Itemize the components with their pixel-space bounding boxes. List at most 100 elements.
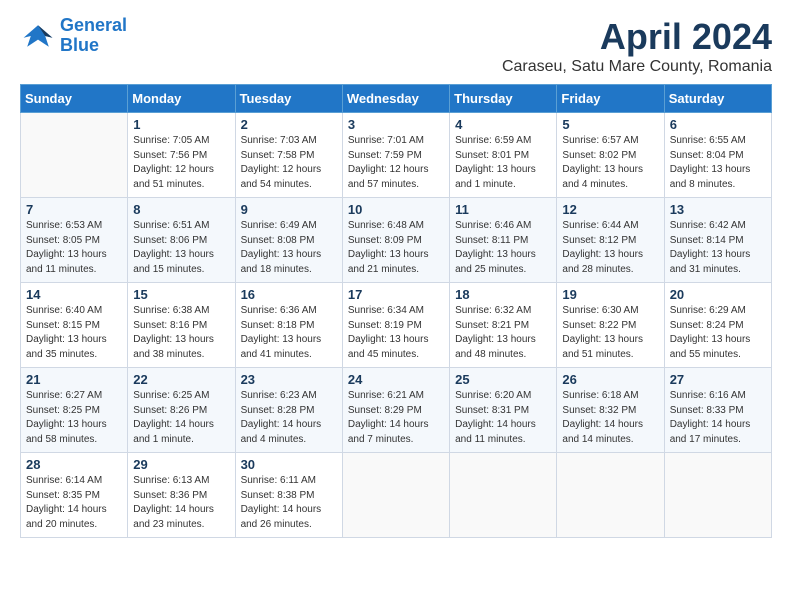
sunset-text: Sunset: 8:04 PM	[670, 149, 766, 164]
calendar-cell	[342, 453, 449, 538]
weekday-header-thursday: Thursday	[450, 85, 557, 113]
daylight-text: Daylight: 12 hours and 51 minutes.	[133, 163, 229, 192]
day-number: 4	[455, 117, 551, 132]
day-number: 12	[562, 202, 658, 217]
day-info: Sunrise: 6:16 AMSunset: 8:33 PMDaylight:…	[670, 389, 766, 447]
day-number: 16	[241, 287, 337, 302]
day-number: 17	[348, 287, 444, 302]
weekday-header-monday: Monday	[128, 85, 235, 113]
daylight-text: Daylight: 14 hours and 1 minute.	[133, 418, 229, 447]
sunset-text: Sunset: 8:28 PM	[241, 404, 337, 419]
header: General Blue April 2024 Caraseu, Satu Ma…	[20, 16, 772, 76]
day-info: Sunrise: 7:01 AMSunset: 7:59 PMDaylight:…	[348, 134, 444, 192]
calendar-cell: 13Sunrise: 6:42 AMSunset: 8:14 PMDayligh…	[664, 198, 771, 283]
weekday-header-saturday: Saturday	[664, 85, 771, 113]
weekday-header-row: SundayMondayTuesdayWednesdayThursdayFrid…	[21, 85, 772, 113]
calendar-cell: 16 Sunrise: 6:36 AMSunset: 8:18 PMDayligh…	[235, 283, 342, 368]
day-info: Sunrise: 6:25 AMSunset: 8:26 PMDaylight:…	[133, 389, 229, 447]
daylight-text: Daylight: 13 hours and 4 minutes.	[562, 163, 658, 192]
week-row-4: 21Sunrise: 6:27 AMSunset: 8:25 PMDayligh…	[21, 368, 772, 453]
day-info: Sunrise: 6:59 AMSunset: 8:01 PMDaylight:…	[455, 134, 551, 192]
sunrise-text: Sunrise: 6:42 AM	[670, 219, 766, 234]
sunrise-text: Sunrise: 6:20 AM	[455, 389, 551, 404]
day-number: 7	[26, 202, 122, 217]
sunset-text: Sunset: 8:18 PM	[241, 319, 337, 334]
calendar-cell: 5Sunrise: 6:57 AMSunset: 8:02 PMDaylight…	[557, 113, 664, 198]
daylight-text: Daylight: 14 hours and 20 minutes.	[26, 503, 122, 532]
day-number: 24	[348, 372, 444, 387]
calendar-cell: 12 Sunrise: 6:44 AMSunset: 8:12 PMDayligh…	[557, 198, 664, 283]
sunrise-text: Sunrise: 6:59 AM	[455, 134, 551, 149]
day-info: Sunrise: 6:30 AMSunset: 8:22 PMDaylight:…	[562, 304, 658, 362]
calendar-cell: 25Sunrise: 6:20 AMSunset: 8:31 PMDayligh…	[450, 368, 557, 453]
day-number: 1	[133, 117, 229, 132]
sunset-text: Sunset: 8:33 PM	[670, 404, 766, 419]
day-number: 6	[670, 117, 766, 132]
day-number: 27	[670, 372, 766, 387]
sunset-text: Sunset: 8:32 PM	[562, 404, 658, 419]
day-info: Sunrise: 6:38 AMSunset: 8:16 PMDaylight:…	[133, 304, 229, 362]
day-number: 23	[241, 372, 337, 387]
sunrise-text: Sunrise: 6:13 AM	[133, 474, 229, 489]
day-number: 10	[348, 202, 444, 217]
calendar-cell: 18Sunrise: 6:32 AMSunset: 8:21 PMDayligh…	[450, 283, 557, 368]
day-info: Sunrise: 6:14 AMSunset: 8:35 PMDaylight:…	[26, 474, 122, 532]
daylight-text: Daylight: 13 hours and 45 minutes.	[348, 333, 444, 362]
sunrise-text: Sunrise: 7:05 AM	[133, 134, 229, 149]
daylight-text: Daylight: 14 hours and 23 minutes.	[133, 503, 229, 532]
calendar-cell: 11Sunrise: 6:46 AMSunset: 8:11 PMDayligh…	[450, 198, 557, 283]
sunset-text: Sunset: 8:24 PM	[670, 319, 766, 334]
day-number: 2	[241, 117, 337, 132]
sunset-text: Sunset: 8:15 PM	[26, 319, 122, 334]
calendar-cell: 30Sunrise: 6:11 AMSunset: 8:38 PMDayligh…	[235, 453, 342, 538]
calendar-cell: 15Sunrise: 6:38 AMSunset: 8:16 PMDayligh…	[128, 283, 235, 368]
sunset-text: Sunset: 7:58 PM	[241, 149, 337, 164]
sunset-text: Sunset: 8:22 PM	[562, 319, 658, 334]
day-number: 18	[455, 287, 551, 302]
daylight-text: Daylight: 12 hours and 54 minutes.	[241, 163, 337, 192]
day-info: Sunrise: 6:27 AMSunset: 8:25 PMDaylight:…	[26, 389, 122, 447]
calendar-cell: 28 Sunrise: 6:14 AMSunset: 8:35 PMDayligh…	[21, 453, 128, 538]
day-info: Sunrise: 6:36 AMSunset: 8:18 PMDaylight:…	[241, 304, 337, 362]
day-info: Sunrise: 6:44 AMSunset: 8:12 PMDaylight:…	[562, 219, 658, 277]
day-info: Sunrise: 6:23 AMSunset: 8:28 PMDaylight:…	[241, 389, 337, 447]
day-info: Sunrise: 6:51 AMSunset: 8:06 PMDaylight:…	[133, 219, 229, 277]
week-row-2: 7 Sunrise: 6:53 AMSunset: 8:05 PMDaylight…	[21, 198, 772, 283]
calendar-cell	[21, 113, 128, 198]
sunset-text: Sunset: 8:09 PM	[348, 234, 444, 249]
calendar-cell: 1Sunrise: 7:05 AMSunset: 7:56 PMDaylight…	[128, 113, 235, 198]
calendar-cell: 7 Sunrise: 6:53 AMSunset: 8:05 PMDaylight…	[21, 198, 128, 283]
day-info: Sunrise: 6:21 AMSunset: 8:29 PMDaylight:…	[348, 389, 444, 447]
sunset-text: Sunset: 8:26 PM	[133, 404, 229, 419]
sunrise-text: Sunrise: 6:11 AM	[241, 474, 337, 489]
daylight-text: Daylight: 13 hours and 15 minutes.	[133, 248, 229, 277]
sunrise-text: Sunrise: 6:51 AM	[133, 219, 229, 234]
calendar-cell: 20Sunrise: 6:29 AMSunset: 8:24 PMDayligh…	[664, 283, 771, 368]
day-number: 8	[133, 202, 229, 217]
calendar-cell: 21Sunrise: 6:27 AMSunset: 8:25 PMDayligh…	[21, 368, 128, 453]
sunrise-text: Sunrise: 6:55 AM	[670, 134, 766, 149]
main-title: April 2024	[502, 16, 772, 58]
calendar-cell: 3Sunrise: 7:01 AMSunset: 7:59 PMDaylight…	[342, 113, 449, 198]
daylight-text: Daylight: 13 hours and 31 minutes.	[670, 248, 766, 277]
sunset-text: Sunset: 8:01 PM	[455, 149, 551, 164]
day-number: 14	[26, 287, 122, 302]
daylight-text: Daylight: 13 hours and 51 minutes.	[562, 333, 658, 362]
day-number: 28	[26, 457, 122, 472]
calendar-cell: 17Sunrise: 6:34 AMSunset: 8:19 PMDayligh…	[342, 283, 449, 368]
daylight-text: Daylight: 13 hours and 28 minutes.	[562, 248, 658, 277]
day-number: 9	[241, 202, 337, 217]
sunrise-text: Sunrise: 6:18 AM	[562, 389, 658, 404]
daylight-text: Daylight: 14 hours and 14 minutes.	[562, 418, 658, 447]
sunrise-text: Sunrise: 6:48 AM	[348, 219, 444, 234]
day-info: Sunrise: 6:53 AMSunset: 8:05 PMDaylight:…	[26, 219, 122, 277]
week-row-3: 14Sunrise: 6:40 AMSunset: 8:15 PMDayligh…	[21, 283, 772, 368]
daylight-text: Daylight: 13 hours and 1 minute.	[455, 163, 551, 192]
daylight-text: Daylight: 14 hours and 7 minutes.	[348, 418, 444, 447]
day-info: Sunrise: 6:20 AMSunset: 8:31 PMDaylight:…	[455, 389, 551, 447]
calendar-cell: 2Sunrise: 7:03 AMSunset: 7:58 PMDaylight…	[235, 113, 342, 198]
day-info: Sunrise: 6:13 AMSunset: 8:36 PMDaylight:…	[133, 474, 229, 532]
daylight-text: Daylight: 13 hours and 48 minutes.	[455, 333, 551, 362]
day-number: 13	[670, 202, 766, 217]
calendar-cell: 6Sunrise: 6:55 AMSunset: 8:04 PMDaylight…	[664, 113, 771, 198]
